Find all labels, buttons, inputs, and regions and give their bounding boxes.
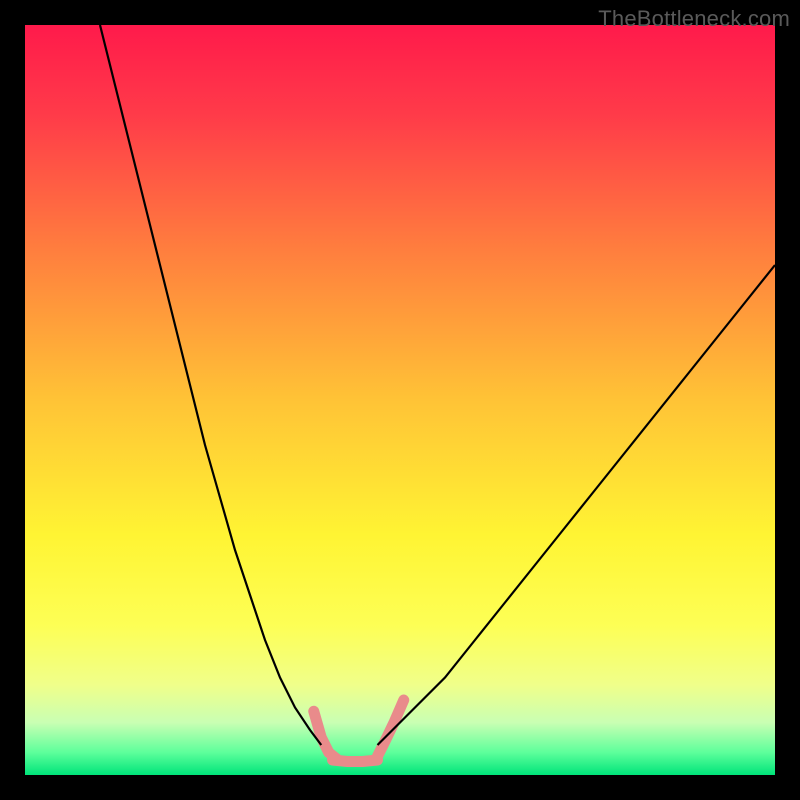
chart-background <box>25 25 775 775</box>
watermark-text: TheBottleneck.com <box>598 6 790 32</box>
bottleneck-curve-chart <box>25 25 775 775</box>
chart-container <box>25 25 775 775</box>
series-highlight-bottom <box>333 760 378 762</box>
